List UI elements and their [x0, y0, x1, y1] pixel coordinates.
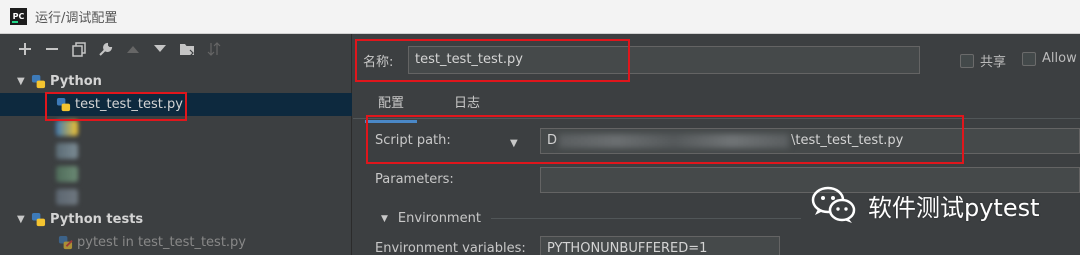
script-path-suffix: \test_test_test.py — [791, 133, 904, 148]
window-title-bar: PC 运行/调试配置 — [0, 0, 1080, 34]
blurred-icon — [56, 120, 78, 136]
tree-item-label: test_test_test.py — [75, 97, 183, 112]
redacted-path — [559, 133, 790, 148]
copy-icon[interactable] — [70, 41, 87, 58]
move-up-icon[interactable] — [124, 41, 141, 58]
watermark: 软件测试pytest — [810, 185, 1040, 225]
tree-toolbar — [0, 34, 351, 64]
watermark-text: 软件测试pytest — [868, 193, 1040, 222]
move-down-icon[interactable] — [151, 41, 168, 58]
parameters-label: Parameters: — [375, 172, 454, 187]
window-title: 运行/调试配置 — [35, 11, 118, 26]
expand-arrow-icon[interactable]: ▼ — [17, 214, 31, 225]
tab-logs[interactable]: 日志 — [441, 92, 493, 119]
python-tests-icon — [31, 212, 46, 227]
configurations-tree: ▼ Python test_test_test.py ▼ Python test… — [0, 70, 352, 254]
section-divider — [490, 218, 801, 219]
expand-arrow-icon[interactable]: ▼ — [17, 76, 31, 87]
wrench-icon[interactable] — [97, 41, 114, 58]
remove-icon[interactable] — [43, 41, 60, 58]
blurred-icon — [56, 143, 78, 159]
config-tabs: 配置 日志 — [365, 92, 493, 123]
env-vars-label: Environment variables: — [375, 241, 526, 255]
sort-icon[interactable] — [205, 41, 222, 58]
folder-icon[interactable] — [178, 41, 195, 58]
script-path-label[interactable]: Script path: — [375, 133, 451, 148]
pycharm-logo-icon: PC — [10, 8, 27, 25]
script-path-prefix: D — [547, 133, 558, 148]
collapse-arrow-icon[interactable]: ▼ — [381, 214, 388, 224]
blurred-icon — [56, 166, 78, 182]
script-path-field[interactable]: D \test_test_test.py — [540, 128, 1080, 154]
environment-label: Environment — [397, 211, 481, 226]
python-icon — [31, 74, 46, 89]
configurations-tree-pane: ▼ Python test_test_test.py ▼ Python test… — [0, 34, 352, 255]
wechat-icon — [811, 186, 856, 223]
tree-group-python[interactable]: ▼ Python — [0, 70, 352, 93]
allow-checkbox[interactable] — [1022, 51, 1036, 66]
blurred-icon — [56, 189, 78, 205]
python-file-icon — [56, 97, 71, 112]
tree-item-blurred[interactable] — [0, 116, 352, 139]
tree-item-label: pytest in test_test_test.py — [77, 235, 246, 250]
name-input[interactable]: test_test_test.py — [408, 46, 920, 74]
tree-item-blurred[interactable] — [0, 162, 352, 185]
tree-item-selected-config[interactable]: test_test_test.py — [0, 93, 352, 116]
allow-label: Allow — [1042, 51, 1077, 66]
tree-group-label: Python tests — [50, 212, 144, 227]
environment-section-header[interactable]: ▼ Environment — [381, 211, 801, 226]
share-checkbox-group[interactable]: 共享 — [960, 51, 1006, 70]
share-label: 共享 — [980, 55, 1007, 70]
tab-divider — [353, 118, 1080, 119]
tab-configuration[interactable]: 配置 — [365, 92, 418, 123]
tree-group-label: Python — [50, 74, 102, 89]
tree-item-pytest-config[interactable]: pytest in test_test_test.py — [0, 231, 352, 254]
tree-item-blurred[interactable] — [0, 139, 352, 162]
env-vars-field[interactable]: PYTHONUNBUFFERED=1 — [540, 236, 780, 255]
tree-group-python-tests[interactable]: ▼ Python tests — [0, 208, 352, 231]
name-label: 名称: — [363, 55, 394, 70]
chevron-down-icon[interactable]: ▼ — [510, 138, 518, 149]
add-icon[interactable] — [16, 41, 33, 58]
pytest-icon — [58, 235, 73, 250]
tree-item-blurred[interactable] — [0, 185, 352, 208]
share-checkbox[interactable] — [960, 53, 974, 68]
allow-checkbox-group[interactable]: Allow — [1022, 51, 1077, 66]
